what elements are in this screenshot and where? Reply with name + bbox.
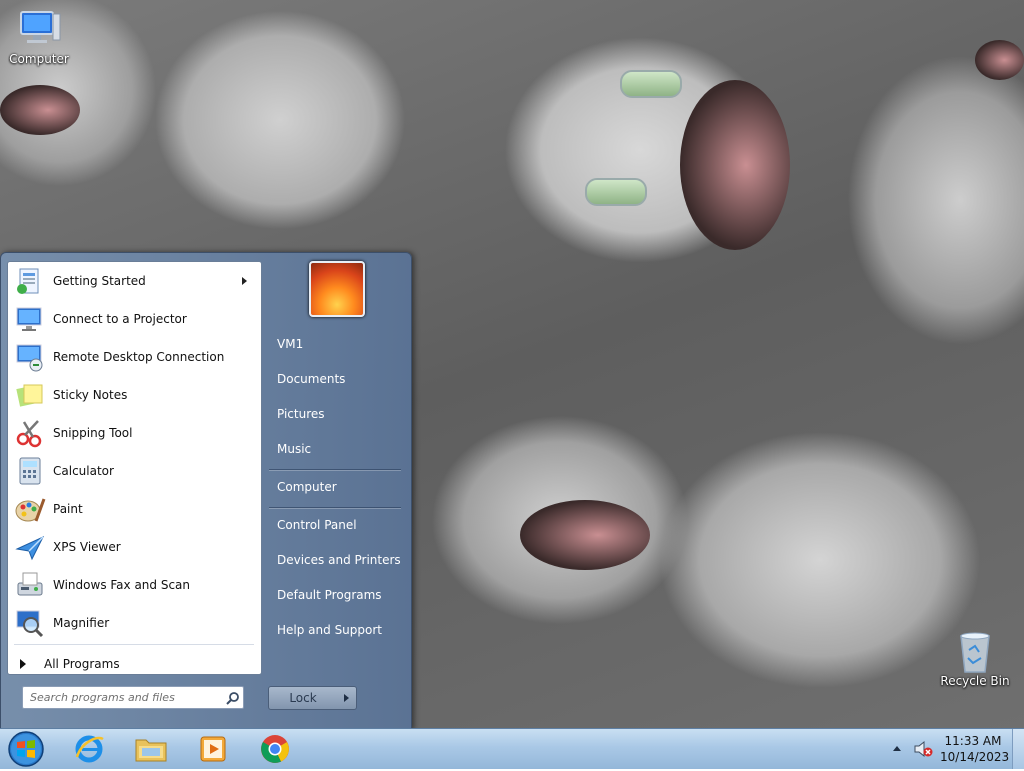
media-player-icon <box>200 736 226 762</box>
start-menu: Getting Started Connect to a Projector R… <box>0 252 412 730</box>
file-explorer-icon <box>135 739 167 762</box>
all-programs-button[interactable]: All Programs <box>14 654 254 674</box>
link-label: Computer <box>277 480 337 494</box>
search-icon[interactable] <box>226 691 240 705</box>
desktop-icon-recycle-bin[interactable]: Recycle Bin <box>937 630 1013 688</box>
xps-viewer-icon <box>14 531 46 563</box>
divider <box>269 507 401 508</box>
search-box[interactable] <box>22 686 244 709</box>
getting-started-icon <box>14 265 46 297</box>
fax-scan-icon <box>14 569 46 601</box>
link-label: Control Panel <box>277 518 357 532</box>
devices-printers-link[interactable]: Devices and Printers <box>267 546 403 574</box>
clock-date: 10/14/2023 <box>940 750 1010 764</box>
link-label: Devices and Printers <box>277 553 401 567</box>
clock-time: 11:33 AM <box>944 734 1002 748</box>
link-label: VM1 <box>277 337 304 351</box>
program-label: Remote Desktop Connection <box>53 350 225 364</box>
program-label: Sticky Notes <box>53 388 128 402</box>
computer-icon <box>15 8 63 48</box>
expand-arrow-icon <box>20 659 26 669</box>
wallpaper-detail <box>0 85 80 135</box>
taskbar-internet-explorer[interactable] <box>64 731 114 767</box>
program-label: Windows Fax and Scan <box>53 578 191 592</box>
program-calculator[interactable]: Calculator <box>8 452 261 490</box>
start-menu-programs-pane: Getting Started Connect to a Projector R… <box>7 261 262 675</box>
wallpaper-detail <box>680 80 790 250</box>
link-label: Help and Support <box>277 623 382 637</box>
link-label: Music <box>277 442 312 456</box>
program-connect-to-projector[interactable]: Connect to a Projector <box>8 300 261 338</box>
taskbar: 11:33 AM 10/14/2023 <box>0 728 1024 769</box>
control-panel-link[interactable]: Control Panel <box>267 511 403 539</box>
desktop-icon-label: Recycle Bin <box>940 674 1010 688</box>
wallpaper-detail <box>520 500 650 570</box>
wallpaper-detail <box>585 178 647 206</box>
sticky-notes-icon <box>14 379 46 411</box>
program-label: Paint <box>53 502 83 516</box>
program-snipping-tool[interactable]: Snipping Tool <box>8 414 261 452</box>
program-windows-fax-scan[interactable]: Windows Fax and Scan <box>8 566 261 604</box>
program-magnifier[interactable]: Magnifier <box>8 604 261 642</box>
user-avatar[interactable] <box>309 261 365 317</box>
program-label: Snipping Tool <box>53 426 133 440</box>
paint-icon <box>14 493 46 525</box>
wallpaper-detail <box>975 40 1024 80</box>
system-clock[interactable]: 11:33 AM 10/14/2023 <box>940 733 1010 765</box>
link-label: Documents <box>277 372 346 386</box>
user-folder-link[interactable]: VM1 <box>267 330 403 358</box>
taskbar-file-explorer[interactable] <box>126 731 176 767</box>
program-label: Getting Started <box>53 274 146 288</box>
program-xps-viewer[interactable]: XPS Viewer <box>8 528 261 566</box>
pictures-link[interactable]: Pictures <box>267 400 403 428</box>
program-label: Calculator <box>53 464 114 478</box>
wallpaper-detail <box>620 70 682 98</box>
magnifier-icon <box>14 607 46 639</box>
help-support-link[interactable]: Help and Support <box>267 616 403 644</box>
lock-button[interactable]: Lock <box>268 686 338 710</box>
chrome-icon <box>261 735 289 763</box>
taskbar-media-player[interactable] <box>188 731 238 767</box>
internet-explorer-icon <box>75 735 104 763</box>
calculator-icon <box>14 455 46 487</box>
default-programs-link[interactable]: Default Programs <box>267 581 403 609</box>
all-programs-label: All Programs <box>44 657 120 671</box>
show-desktop-button[interactable] <box>1012 729 1024 769</box>
remote-desktop-icon <box>14 341 46 373</box>
chevron-right-icon <box>343 694 349 702</box>
snipping-tool-icon <box>14 417 46 449</box>
program-label: XPS Viewer <box>53 540 121 554</box>
link-label: Pictures <box>277 407 325 421</box>
program-label: Connect to a Projector <box>53 312 187 326</box>
taskbar-chrome[interactable] <box>250 731 300 767</box>
search-input[interactable] <box>28 690 222 705</box>
divider <box>14 644 254 645</box>
divider <box>269 469 401 470</box>
link-label: Default Programs <box>277 588 382 602</box>
volume-muted-icon[interactable] <box>913 740 933 758</box>
program-getting-started[interactable]: Getting Started <box>8 262 261 300</box>
desktop-icon-label: Computer <box>9 52 69 66</box>
submenu-arrow-icon <box>242 277 247 285</box>
projector-icon <box>14 303 46 335</box>
start-button[interactable] <box>6 730 46 768</box>
program-paint[interactable]: Paint <box>8 490 261 528</box>
documents-link[interactable]: Documents <box>267 365 403 393</box>
program-remote-desktop[interactable]: Remote Desktop Connection <box>8 338 261 376</box>
recycle-bin-icon <box>951 630 999 673</box>
music-link[interactable]: Music <box>267 435 403 463</box>
shutdown-options-button[interactable] <box>336 686 357 710</box>
computer-link[interactable]: Computer <box>267 473 403 501</box>
desktop-icon-computer[interactable]: Computer <box>1 8 77 66</box>
show-hidden-icons-button[interactable] <box>893 746 901 751</box>
program-label: Magnifier <box>53 616 110 630</box>
lock-label: Lock <box>289 691 317 705</box>
windows-logo-icon <box>8 731 44 767</box>
program-sticky-notes[interactable]: Sticky Notes <box>8 376 261 414</box>
